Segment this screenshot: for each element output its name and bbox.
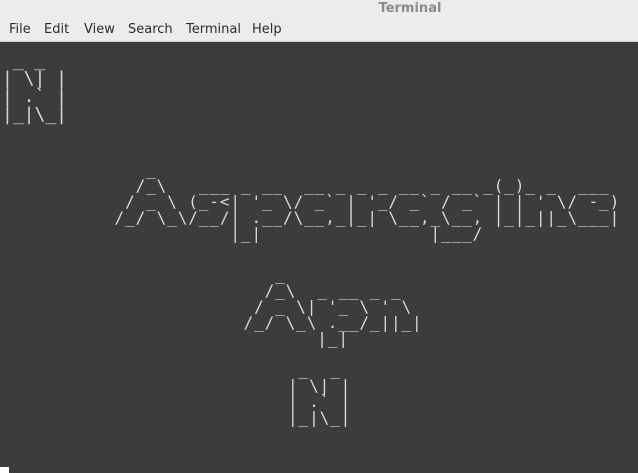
menu-file[interactable]: File: [9, 22, 31, 37]
menu-bar: File Edit View Search Terminal Help: [0, 19, 638, 42]
window-title: Terminal: [378, 1, 442, 16]
ascii-art-n-top: _ _ | \| | | .` | |_|\_|: [2, 50, 68, 125]
ascii-art-apn: _ /_\ _ __ _ _ / _ \| '_ \ ' \ /_/ \_\ .…: [243, 265, 423, 348]
menu-view[interactable]: View: [84, 22, 115, 37]
menu-search[interactable]: Search: [128, 22, 173, 37]
ascii-art-n-bottom: _ _ | \| | | .` | |_|\_|: [288, 360, 352, 427]
terminal-window: Terminal File Edit View Search Terminal …: [0, 0, 638, 473]
menu-edit[interactable]: Edit: [44, 22, 69, 37]
title-bar[interactable]: Terminal: [0, 0, 638, 19]
ascii-art-asparagine: _ /_\ ___ _ __ __ _ _ _ __ _ __ _(_)_ _ …: [114, 160, 621, 243]
terminal-output-area[interactable]: _ _ | \| | | .` | |_|\_| _ /_\ ___ _ __ …: [0, 42, 638, 473]
menu-terminal[interactable]: Terminal: [186, 22, 241, 37]
terminal-cursor: [0, 467, 9, 473]
menu-help[interactable]: Help: [252, 22, 282, 37]
